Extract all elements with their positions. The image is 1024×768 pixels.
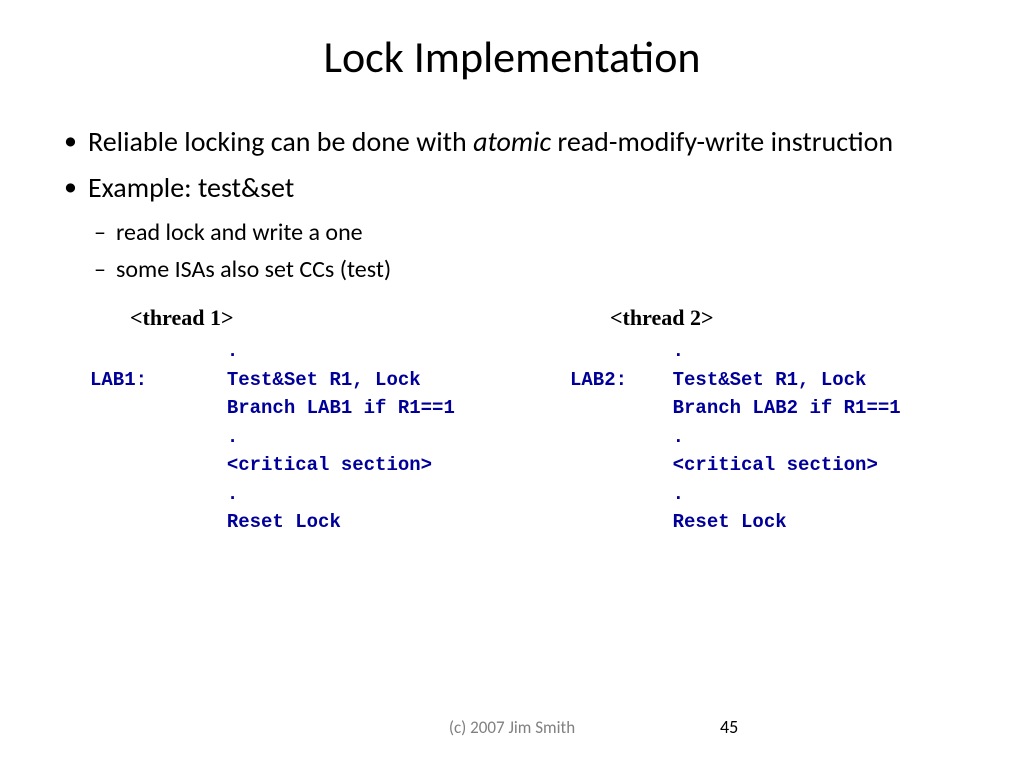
bullet-2: Example: test&set xyxy=(60,170,984,206)
footer-copyright: (c) 2007 Jim Smith xyxy=(0,717,1024,738)
thread-2-header: <thread 2> xyxy=(610,305,984,331)
bullet-2-2: some ISAs also set CCs (test) xyxy=(60,254,984,285)
code-area: <thread 1> . LAB1: Test&Set R1, Lock Bra… xyxy=(60,305,984,537)
bullet-1: Reliable locking can be done with atomic… xyxy=(60,124,984,160)
bullet-1-pre: Reliable locking can be done with xyxy=(88,124,473,159)
thread-1-code: . LAB1: Test&Set R1, Lock Branch LAB1 if… xyxy=(90,337,610,537)
bullet-1-italic: atomic xyxy=(473,124,551,159)
slide-content: Reliable locking can be done with atomic… xyxy=(40,124,984,537)
thread-1-column: <thread 1> . LAB1: Test&Set R1, Lock Bra… xyxy=(130,305,610,537)
thread-2-code: . LAB2: Test&Set R1, Lock Branch LAB2 if… xyxy=(570,337,984,537)
slide: Lock Implementation Reliable locking can… xyxy=(0,0,1024,768)
thread-1-code-block: . LAB1: Test&Set R1, Lock Branch LAB1 if… xyxy=(90,337,610,537)
page-number: 45 xyxy=(720,716,738,738)
thread-2-code-block: . LAB2: Test&Set R1, Lock Branch LAB2 if… xyxy=(570,337,984,537)
bullet-1-post: read-modify-write instruction xyxy=(551,124,893,159)
thread-1-header: <thread 1> xyxy=(130,305,610,331)
slide-title: Lock Implementation xyxy=(40,30,984,84)
bullet-2-1: read lock and write a one xyxy=(60,217,984,248)
thread-2-column: <thread 2> . LAB2: Test&Set R1, Lock Bra… xyxy=(610,305,984,537)
